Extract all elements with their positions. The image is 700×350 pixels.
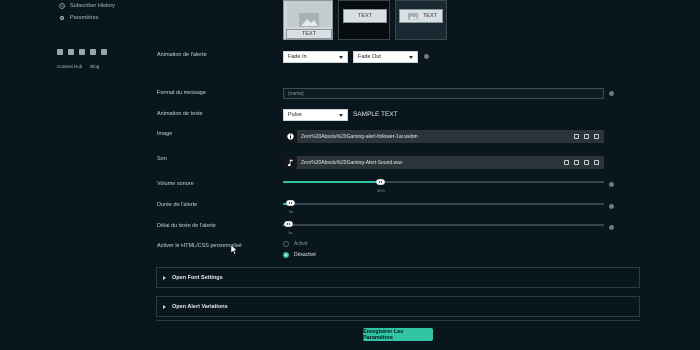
volume-slider-handle[interactable]: [376, 179, 385, 185]
radio-label: Activé: [294, 241, 308, 247]
sound-label: Son: [157, 156, 167, 162]
sidebar-item-label: Subscriber History: [70, 3, 115, 9]
social-links: [57, 49, 107, 55]
mouse-cursor-icon: [231, 245, 238, 255]
layout-option-side[interactable]: TEXT: [395, 0, 447, 40]
duration-slider-track[interactable]: [283, 203, 604, 205]
animation-alert-label: Animation de l'alerte: [157, 52, 207, 58]
text-delay-slider-track[interactable]: [283, 224, 604, 226]
duration-slider-handle[interactable]: [286, 200, 295, 206]
chevron-down-icon: [339, 55, 343, 59]
blog-link[interactable]: Blog: [90, 64, 99, 69]
facebook-icon[interactable]: [90, 49, 96, 55]
message-format-input[interactable]: {name}: [283, 88, 604, 99]
help-icon[interactable]: [609, 204, 614, 209]
select-value: Pulse: [288, 112, 302, 118]
sound-file-name: Zero%20Absolu%20Gaming-Alert-Sound.wav: [301, 159, 403, 166]
close-icon[interactable]: [584, 160, 589, 165]
text-animation-label: Animation de texte: [157, 111, 203, 117]
custom-css-label: Activer le HTML/CSS personnalisé: [157, 243, 242, 249]
image-file-field[interactable]: Zero%20Absolu%20Gaming-alert-follower-1a…: [283, 130, 604, 143]
close-icon[interactable]: [584, 134, 589, 139]
link-icon[interactable]: [574, 134, 579, 139]
volume-slider-track[interactable]: [283, 181, 604, 183]
message-format-label: Format du message: [157, 90, 206, 96]
help-icon[interactable]: [424, 54, 429, 59]
layout-text: TEXT: [399, 9, 443, 23]
history-icon: [59, 3, 65, 9]
layout-option-text-over[interactable]: TEXT: [338, 0, 390, 40]
chevron-down-icon: [339, 113, 343, 117]
accordion-title: Open Font Settings: [172, 274, 223, 281]
content-hub-link[interactable]: Content Hub: [57, 64, 82, 69]
grid-icon[interactable]: [594, 160, 599, 165]
sidebar-item-subscriber-history[interactable]: Subscriber History: [59, 3, 115, 9]
divider: [156, 320, 640, 321]
twitter-icon[interactable]: [57, 49, 63, 55]
footer-links: Content Hub Blog: [57, 64, 99, 69]
text-delay-slider-handle[interactable]: [284, 221, 293, 227]
accordion-title: Open Alert Variations: [172, 303, 228, 310]
image-info-icon: [283, 130, 297, 143]
select-value: Fade In: [288, 54, 307, 60]
volume-value: 35%: [377, 188, 386, 193]
sound-file-field[interactable]: Zero%20Absolu%20Gaming-Alert-Sound.wav: [283, 156, 604, 169]
link-icon[interactable]: [564, 160, 569, 165]
volume-label: Volume sonore: [157, 181, 194, 187]
layout-text-label: TEXT: [422, 13, 437, 19]
image-file-name: Zero%20Absolu%20Gaming-alert-follower-1a…: [301, 133, 418, 140]
discord-icon[interactable]: [101, 49, 107, 55]
sidebar-item-settings[interactable]: Paramètres: [59, 15, 98, 21]
alert-variations-accordion[interactable]: Open Alert Variations: [156, 296, 640, 317]
help-icon[interactable]: [609, 91, 614, 96]
mountain-icon: [299, 13, 319, 27]
radio-button-selected[interactable]: [283, 252, 289, 258]
help-icon[interactable]: [609, 182, 614, 187]
text-delay-value: 1s: [288, 230, 293, 235]
custom-css-option-off[interactable]: Désactivé: [283, 252, 316, 258]
animation-in-select[interactable]: Fade In: [283, 51, 348, 63]
text-delay-label: Délai du texte de l'alerte: [157, 223, 216, 229]
instagram-icon[interactable]: [79, 49, 85, 55]
play-icon[interactable]: [574, 160, 579, 165]
select-value: Fade Out: [358, 54, 381, 60]
image-placeholder-icon: [287, 1, 331, 27]
radio-button[interactable]: [283, 241, 289, 247]
custom-css-option-on[interactable]: Activé: [283, 241, 308, 247]
layout-text: TEXT: [286, 29, 332, 39]
chevron-down-icon: [409, 55, 413, 59]
text-animation-select[interactable]: Pulse: [283, 109, 348, 121]
help-icon[interactable]: [609, 225, 614, 230]
chevron-right-icon: [163, 304, 166, 309]
duration-label: Durée de l'alerte: [157, 202, 198, 208]
music-note-icon: [283, 156, 297, 169]
gear-icon: [59, 15, 65, 21]
chevron-right-icon: [163, 275, 166, 280]
sidebar-item-label: Paramètres: [70, 15, 99, 21]
font-settings-accordion[interactable]: Open Font Settings: [156, 267, 640, 288]
volume-slider-fill: [283, 181, 381, 183]
animation-out-select[interactable]: Fade Out: [353, 51, 418, 63]
save-button[interactable]: Enregistrer Les Paramètres: [363, 328, 433, 341]
grid-icon[interactable]: [594, 134, 599, 139]
sample-text: SAMPLE TEXT: [353, 111, 398, 118]
layout-option-image-above[interactable]: TEXT: [283, 0, 333, 40]
layout-text: TEXT: [343, 9, 387, 23]
youtube-icon[interactable]: [68, 49, 74, 55]
radio-label: Désactivé: [294, 252, 316, 258]
duration-value: 5s: [289, 209, 294, 214]
mountain-icon: [407, 12, 418, 20]
image-label: Image: [157, 131, 173, 137]
